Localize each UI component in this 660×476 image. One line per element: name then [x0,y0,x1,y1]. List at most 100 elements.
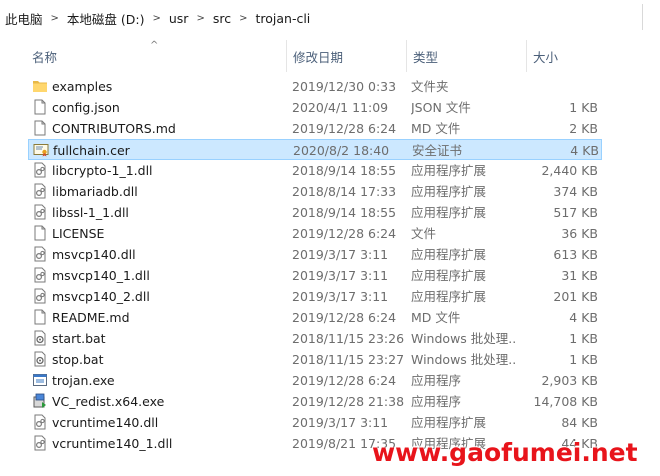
file-size: 36 KB [561,226,598,241]
breadcrumb-usr[interactable]: usr [166,11,192,26]
file-row[interactable]: VC_redist.x64.exe 2019/12/28 21:38 应用程序 14,… [28,391,602,412]
column-header-name[interactable]: 名称 [26,40,286,72]
file-name: stop.bat [52,352,104,367]
file-type: 应用程序扩展 [411,205,487,220]
file-type: 应用程序扩展 [411,163,487,178]
file-type: MD 文件 [411,310,461,325]
file-icon [32,225,48,242]
folder-icon [32,78,48,95]
file-date: 2019/12/28 6:24 [292,121,397,136]
certificate-icon [33,142,49,159]
file-row[interactable]: start.bat 2018/11/15 23:26 Windows 批处理... 1… [28,328,602,349]
file-row[interactable]: stop.bat 2018/11/15 23:27 Windows 批处理... 1 … [28,349,602,370]
file-date: 2019/12/28 21:38 [292,394,405,409]
file-icon [32,309,48,326]
file-size: 201 KB [553,289,598,304]
file-size [518,76,598,97]
file-icon [32,120,48,137]
file-size: 517 KB [553,205,598,220]
file-size: 613 KB [553,247,598,262]
batch-icon [32,351,48,368]
file-type: 应用程序 [411,373,462,388]
file-size: 4 KB [569,310,598,325]
file-date: 2018/11/15 23:27 [292,352,405,367]
file-row[interactable]: config.json 2020/4/1 11:09 JSON 文件 1 KB [28,97,602,118]
chevron-right-icon[interactable]: > [46,13,64,24]
installer-icon [32,393,48,410]
file-name: README.md [52,310,130,325]
file-date: 2018/9/14 18:55 [292,163,397,178]
file-size: 2,440 KB [541,163,598,178]
column-header-type[interactable]: 类型 [406,40,526,72]
file-date: 2019/12/28 6:24 [292,373,397,388]
dll-icon [32,414,48,431]
file-name: examples [52,79,113,94]
file-type: 应用程序扩展 [411,289,487,304]
file-type: 文件 [411,226,437,241]
file-row[interactable]: vcruntime140.dll 2019/3/17 3:11 应用程序扩展 84 K… [28,412,602,433]
file-row[interactable]: msvcp140.dll 2019/3/17 3:11 应用程序扩展 613 KB [28,244,602,265]
chevron-right-icon[interactable]: > [234,13,252,24]
file-date: 2020/8/2 18:40 [293,143,390,158]
file-row[interactable]: fullchain.cer 2020/8/2 18:40 安全证书 4 KB [28,139,602,160]
file-type: MD 文件 [411,121,461,136]
dll-icon [32,204,48,221]
file-row[interactable]: libmariadb.dll 2018/8/14 17:33 应用程序扩展 374 K… [28,181,602,202]
breadcrumb-trojan-cli[interactable]: trojan-cli [252,11,313,26]
column-header-date[interactable]: 修改日期 [286,40,406,72]
file-name: libmariadb.dll [52,184,138,199]
file-date: 2019/12/28 6:24 [292,226,397,241]
watermark-text: www.gaofumei.net [372,438,638,467]
breadcrumb-local-disk-d[interactable]: 本地磁盘 (D:) [64,9,148,28]
file-type: JSON 文件 [411,100,471,115]
file-name: libssl-1_1.dll [52,205,129,220]
file-date: 2019/3/17 3:11 [292,247,389,262]
file-name: vcruntime140_1.dll [52,436,173,451]
dll-icon [32,435,48,452]
file-row[interactable]: LICENSE 2019/12/28 6:24 文件 36 KB [28,223,602,244]
dll-icon [32,162,48,179]
file-row[interactable]: libcrypto-1_1.dll 2018/9/14 18:55 应用程序扩展 2,… [28,160,602,181]
chevron-right-icon[interactable]: > [191,13,209,24]
breadcrumb-this-pc[interactable]: 此电脑 [2,9,46,28]
file-date: 2019/3/17 3:11 [292,415,389,430]
dll-icon [32,288,48,305]
chevron-right-icon[interactable]: > [147,13,165,24]
file-size: 4 KB [570,143,599,158]
breadcrumb-src[interactable]: src [210,11,234,26]
file-size: 1 KB [569,352,598,367]
file-date: 2018/9/14 18:55 [292,205,397,220]
file-size: 374 KB [553,184,598,199]
file-row[interactable]: examples 2019/12/30 0:33 文件夹 [28,76,602,97]
file-row[interactable]: libssl-1_1.dll 2018/9/14 18:55 应用程序扩展 517 K… [28,202,602,223]
file-size: 14,708 KB [533,394,598,409]
file-name: trojan.exe [52,373,115,388]
file-type: 应用程序扩展 [411,268,487,283]
file-name: LICENSE [52,226,105,241]
file-name: CONTRIBUTORS.md [52,121,176,136]
file-icon [32,99,48,116]
file-type: Windows 批处理... [411,352,517,367]
dll-icon [32,246,48,263]
file-date: 2019/3/17 3:11 [292,268,389,283]
file-date: 2019/12/28 6:24 [292,310,397,325]
file-size: 1 KB [569,331,598,346]
file-size: 2 KB [569,121,598,136]
file-row[interactable]: trojan.exe 2019/12/28 6:24 应用程序 2,903 KB [28,370,602,391]
address-dropdown-button[interactable] [642,4,660,30]
file-row[interactable]: msvcp140_2.dll 2019/3/17 3:11 应用程序扩展 201 KB [28,286,602,307]
file-name: msvcp140_1.dll [52,268,150,283]
file-row[interactable]: README.md 2019/12/28 6:24 MD 文件 4 KB [28,307,602,328]
file-name: libcrypto-1_1.dll [52,163,153,178]
file-size: 31 KB [561,268,598,283]
file-row[interactable]: CONTRIBUTORS.md 2019/12/28 6:24 MD 文件 2 KB [28,118,602,139]
file-size: 1 KB [569,100,598,115]
file-name: msvcp140.dll [52,247,136,262]
file-type: 应用程序扩展 [411,184,487,199]
dll-icon [32,183,48,200]
file-size: 2,903 KB [541,373,598,388]
column-header-size[interactable]: 大小 [526,40,606,72]
file-type: Windows 批处理... [411,331,517,346]
column-header-bar: 名称 修改日期 类型 大小 [0,40,660,72]
file-row[interactable]: msvcp140_1.dll 2019/3/17 3:11 应用程序扩展 31 KB [28,265,602,286]
